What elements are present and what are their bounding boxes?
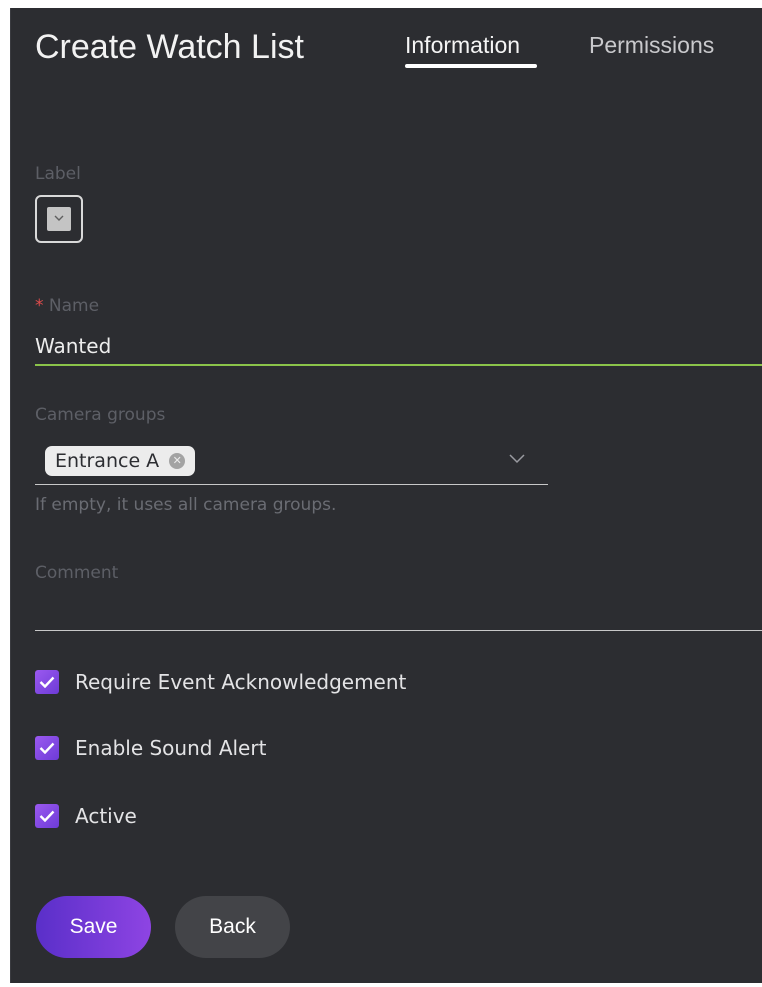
comment-input[interactable] xyxy=(35,596,762,628)
checkbox-active[interactable]: Active xyxy=(35,804,137,828)
tab-information[interactable]: Information xyxy=(405,32,520,59)
label-color-picker[interactable] xyxy=(35,195,83,243)
chip-label: Entrance A xyxy=(55,450,160,472)
checkbox-label: Require Event Acknowledgement xyxy=(75,670,407,694)
comment-underline xyxy=(35,630,762,631)
camera-groups-help: If empty, it uses all camera groups. xyxy=(35,495,337,515)
check-icon xyxy=(39,676,55,688)
required-mark: * xyxy=(35,296,44,316)
label-swatch xyxy=(47,207,71,231)
save-button[interactable]: Save xyxy=(36,896,151,958)
close-circle-icon[interactable]: ✕ xyxy=(169,453,186,469)
checkbox-label: Enable Sound Alert xyxy=(75,736,267,760)
camera-group-chip[interactable]: Entrance A ✕ xyxy=(45,446,196,476)
camera-groups-underline xyxy=(35,484,548,485)
check-icon xyxy=(39,742,55,754)
check-icon xyxy=(39,810,55,822)
checkbox-enable-sound-alert[interactable]: Enable Sound Alert xyxy=(35,736,266,760)
page-title: Create Watch List xyxy=(35,28,304,66)
back-button[interactable]: Back xyxy=(175,896,290,958)
active-tab-indicator xyxy=(405,64,537,68)
tab-permissions[interactable]: Permissions xyxy=(589,32,714,59)
checkbox-box[interactable] xyxy=(35,670,59,694)
name-input[interactable]: Wanted xyxy=(35,334,111,358)
checkbox-label: Active xyxy=(75,804,137,828)
name-label-text: Name xyxy=(48,296,100,316)
label-field-label: Label xyxy=(35,164,81,184)
checkbox-box[interactable] xyxy=(35,736,59,760)
camera-groups-label: Camera groups xyxy=(35,405,166,425)
name-field-label: * Name xyxy=(35,296,99,316)
checkbox-box[interactable] xyxy=(35,804,59,828)
name-input-underline xyxy=(35,364,762,366)
checkbox-require-acknowledgement[interactable]: Require Event Acknowledgement xyxy=(35,670,406,694)
chevron-down-icon[interactable] xyxy=(509,454,525,464)
chevron-down-icon xyxy=(54,215,64,221)
comment-label: Comment xyxy=(35,563,119,583)
create-watch-list-panel: Create Watch List Information Permission… xyxy=(10,8,762,983)
